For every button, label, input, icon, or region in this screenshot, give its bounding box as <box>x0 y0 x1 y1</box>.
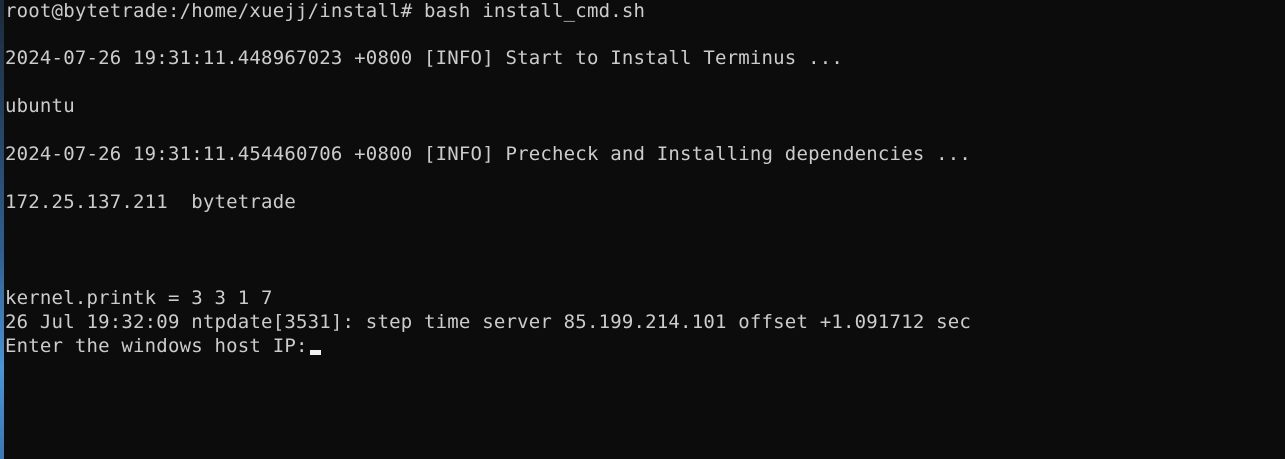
desktop-edge <box>0 0 4 459</box>
output-line: ubuntu <box>5 95 75 117</box>
output-line: 2024-07-26 19:31:11.448967023 +0800 [INF… <box>5 47 844 69</box>
input-prompt: Enter the windows host IP: <box>5 335 308 357</box>
output-line: 26 Jul 19:32:09 ntpdate[3531]: step time… <box>5 311 972 333</box>
command-line: root@bytetrade:/home/xuejj/install# bash… <box>5 0 646 22</box>
output-line: kernel.printk = 3 3 1 7 <box>5 287 273 309</box>
terminal-output: root@bytetrade:/home/xuejj/install# bash… <box>5 0 1285 459</box>
output-line: 172.25.137.211 bytetrade <box>5 191 296 213</box>
output-line: 2024-07-26 19:31:11.454460706 +0800 [INF… <box>5 143 972 165</box>
input-prompt-line[interactable]: Enter the windows host IP: <box>5 334 321 358</box>
text-cursor[interactable] <box>309 350 321 355</box>
terminal-window[interactable]: root@bytetrade:/home/xuejj/install# bash… <box>0 0 1285 459</box>
